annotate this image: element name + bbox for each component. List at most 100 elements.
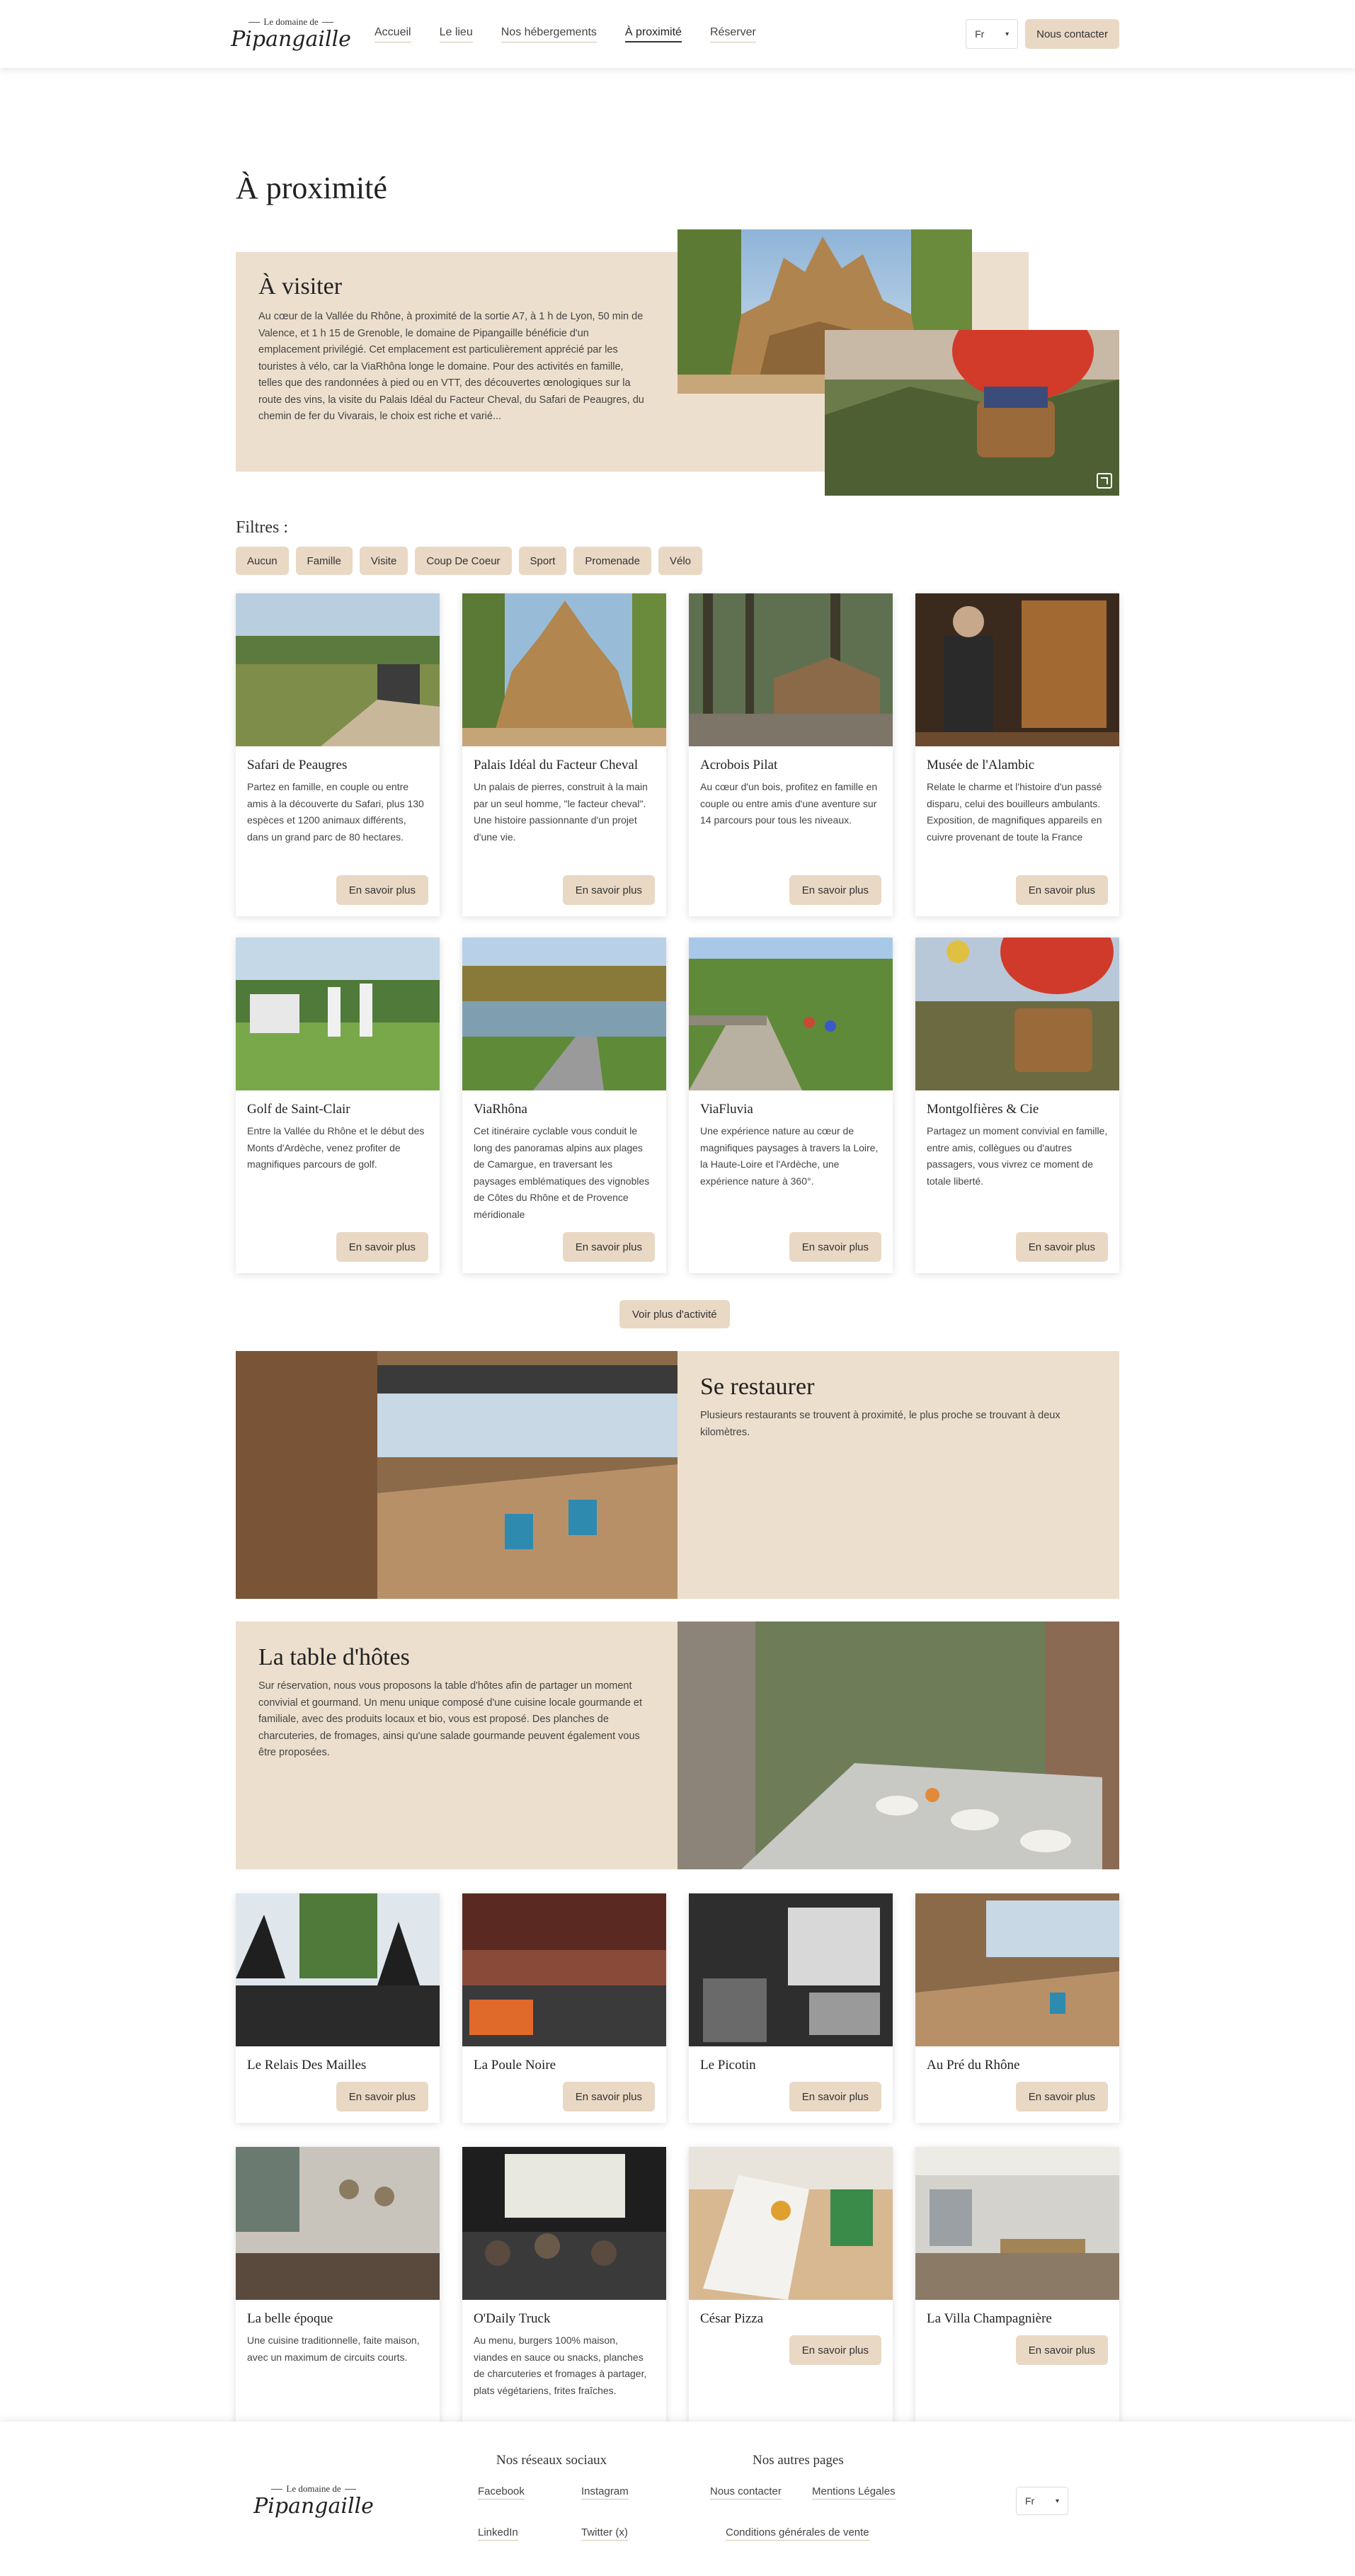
restaurant-title: César Pizza [700, 2311, 764, 2326]
acrobois-photo [689, 593, 893, 746]
poule-noire-photo [462, 1893, 666, 2046]
chevron-down-icon: ▾ [1005, 30, 1010, 38]
learn-more-button[interactable]: En savoir plus [789, 2335, 881, 2365]
language-value: Fr [975, 28, 985, 40]
activity-title: Montgolfières & Cie [927, 1102, 1039, 1117]
activity-card: Safari de Peaugres Partez en famille, en… [236, 593, 440, 916]
expand-icon[interactable] [1097, 473, 1112, 489]
restaurant-card: La Poule Noire En savoir plus [462, 1893, 666, 2123]
learn-more-button[interactable]: En savoir plus [1015, 2335, 1108, 2365]
twitter-link[interactable]: Twitter (x) [581, 2526, 628, 2541]
learn-more-button[interactable]: En savoir plus [336, 2082, 428, 2111]
logo-name: Pipangaille [253, 2494, 374, 2519]
restaurant-card: Au Pré du Rhône En savoir plus [915, 1893, 1119, 2123]
chevron-down-icon: ▾ [1055, 2497, 1059, 2505]
activity-card: Acrobois Pilat Au cœur d'un bois, profit… [689, 593, 893, 916]
palais-photo [462, 593, 666, 746]
montgolfieres-photo [915, 937, 1119, 1090]
learn-more-button[interactable]: En savoir plus [789, 2082, 881, 2111]
language-value: Fr [1025, 2495, 1035, 2507]
activity-title: Golf de Saint-Clair [247, 1102, 350, 1117]
activity-card: Montgolfières & Cie Partagez un moment c… [915, 937, 1119, 1273]
learn-more-button[interactable]: En savoir plus [1015, 2082, 1108, 2111]
learn-more-button[interactable]: En savoir plus [1015, 1232, 1108, 1262]
cesar-pizza-photo [689, 2147, 893, 2300]
restaurant-card: Le Picotin En savoir plus [689, 1893, 893, 2123]
nav-reserver[interactable]: Réserver [709, 26, 756, 42]
activity-card: Musée de l'Alambic Relate le charme et l… [915, 593, 1119, 916]
legal-link[interactable]: Mentions Légales [812, 2485, 896, 2500]
filter-aucun[interactable]: Aucun [236, 547, 289, 575]
activity-text: Entre la Vallée du Rhône et le début des… [247, 1125, 425, 1170]
filter-sport[interactable]: Sport [518, 547, 567, 575]
belle-epoque-photo [236, 2147, 440, 2300]
footer-logo[interactable]: Le domaine de Pipangaille [253, 2477, 374, 2525]
restaurants-title: Se restaurer [700, 1374, 815, 1400]
activities-grid-row-1: Safari de Peaugres Partez en famille, en… [236, 593, 1119, 916]
footer-language-select[interactable]: Fr ▾ [1016, 2487, 1068, 2515]
filter-velo[interactable]: Vélo [658, 547, 702, 575]
site-footer: Le domaine de Pipangaille Nos réseaux so… [0, 2422, 1355, 2576]
facebook-link[interactable]: Facebook [478, 2485, 525, 2500]
learn-more-button[interactable]: En savoir plus [789, 875, 881, 905]
logo-subtitle: Le domaine de [271, 2483, 355, 2495]
restaurant-title: La belle époque [247, 2311, 333, 2326]
activity-text: Partagez un moment convivial en famille,… [927, 1125, 1108, 1187]
restaurants-grid-row-1: Le Relais Des Mailles En savoir plus La … [236, 1893, 1119, 2123]
villa-champagniere-photo [915, 2147, 1119, 2300]
nav-a-proximite[interactable]: À proximité [624, 26, 682, 42]
filter-coup-de-coeur[interactable]: Coup De Coeur [415, 547, 512, 575]
learn-more-button[interactable]: En savoir plus [1015, 875, 1108, 905]
language-select[interactable]: Fr ▾ [966, 19, 1019, 49]
social-title: Nos réseaux sociaux [496, 2453, 607, 2468]
pre-du-rhone-photo [915, 1893, 1119, 2046]
filter-promenade[interactable]: Promenade [573, 547, 651, 575]
restaurant-card: Le Relais Des Mailles En savoir plus [236, 1893, 440, 2123]
table-hotes-photo [678, 1622, 1119, 1869]
instagram-link[interactable]: Instagram [581, 2485, 629, 2500]
activity-title: ViaRhôna [474, 1102, 527, 1117]
restaurants-text: Plusieurs restaurants se trouvent à prox… [700, 1410, 1060, 1438]
table-hotes-title: La table d'hôtes [258, 1644, 410, 1670]
learn-more-button[interactable]: En savoir plus [562, 875, 655, 905]
activity-card: ViaFluvia Une expérience nature au cœur … [689, 937, 893, 1273]
pages-title: Nos autres pages [753, 2453, 844, 2468]
linkedin-link[interactable]: LinkedIn [478, 2526, 518, 2541]
learn-more-button[interactable]: En savoir plus [336, 1232, 428, 1262]
restaurant-title: Au Pré du Rhône [927, 2058, 1020, 2073]
activity-title: Palais Idéal du Facteur Cheval [474, 758, 639, 773]
filter-visite[interactable]: Visite [359, 547, 408, 575]
table-hotes-text: Sur réservation, nous vous proposons la … [258, 1680, 643, 1758]
activity-card: Palais Idéal du Facteur Cheval Un palais… [462, 593, 666, 916]
picotin-photo [689, 1893, 893, 2046]
viarhona-photo [462, 937, 666, 1090]
see-more-activities-button[interactable]: Voir plus d'activité [619, 1300, 730, 1328]
nav-le-lieu[interactable]: Le lieu [439, 26, 473, 42]
filter-famille[interactable]: Famille [295, 547, 353, 575]
learn-more-button[interactable]: En savoir plus [562, 1232, 655, 1262]
table-hotes-section: La table d'hôtes Sur réservation, nous v… [236, 1622, 1119, 1869]
restaurant-title: Le Relais Des Mailles [247, 2058, 367, 2073]
activity-text: Partez en famille, en couple ou entre am… [247, 781, 424, 843]
filter-bar: Aucun Famille Visite Coup De Coeur Sport… [236, 547, 702, 575]
visit-text: Au cœur de la Vallée du Rhône, à proximi… [258, 311, 644, 422]
viafluvia-photo [689, 937, 893, 1090]
contact-button[interactable]: Nous contacter [1025, 19, 1119, 49]
learn-more-button[interactable]: En savoir plus [789, 1232, 881, 1262]
logo-subtitle: Le domaine de [248, 16, 333, 28]
site-logo[interactable]: Le domaine de Pipangaille [231, 10, 351, 58]
nav-hebergements[interactable]: Nos hébergements [501, 26, 597, 42]
nav-accueil[interactable]: Accueil [375, 26, 411, 42]
logo-name: Pipangaille [231, 27, 351, 52]
odaily-truck-photo [462, 2147, 666, 2300]
learn-more-button[interactable]: En savoir plus [562, 2082, 655, 2111]
restaurant-title: La Villa Champagnière [927, 2311, 1052, 2326]
footer-contact-link[interactable]: Nous contacter [710, 2485, 782, 2500]
restaurant-title: O'Daily Truck [474, 2311, 551, 2326]
activity-text: Au cœur d'un bois, profitez en famille e… [700, 781, 878, 826]
activity-title: Acrobois Pilat [700, 758, 778, 773]
visit-title: À visiter [258, 273, 343, 300]
learn-more-button[interactable]: En savoir plus [336, 875, 428, 905]
restaurant-title: La Poule Noire [474, 2058, 556, 2073]
cgv-link[interactable]: Conditions générales de vente [726, 2526, 869, 2541]
